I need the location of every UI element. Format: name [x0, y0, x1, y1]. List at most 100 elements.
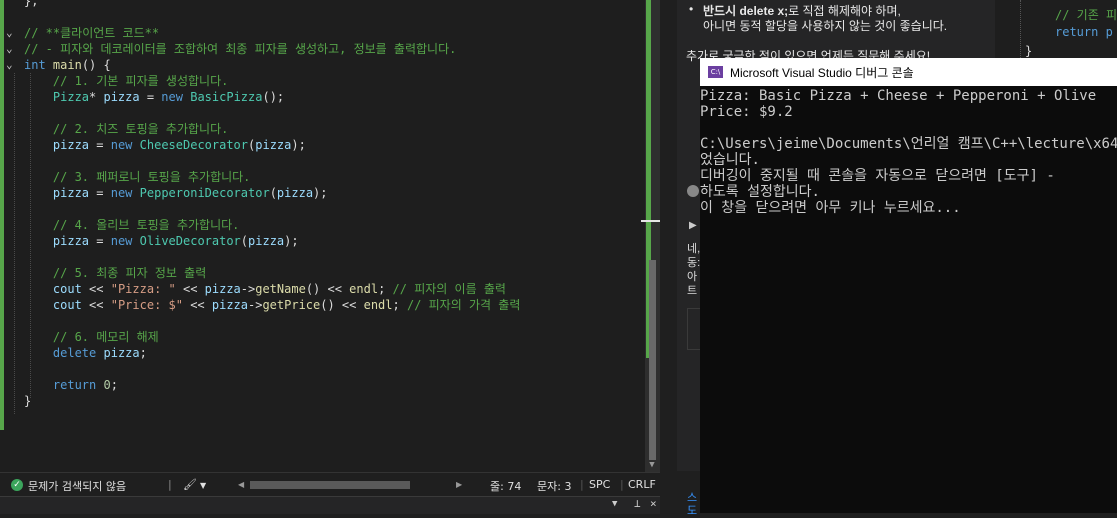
code-token: // 5. 최종 피자 정보 출력: [52, 266, 207, 280]
code-area[interactable]: }; ⌄ // **클라이언트 코드** ⌄ // - 피자와 데코레이터를 조합하여 …: [6, 0, 646, 409]
close-icon[interactable]: ×: [650, 497, 657, 510]
code-token: pizza: [52, 186, 90, 200]
chevron-down-icon[interactable]: ▼: [200, 481, 206, 490]
chat-fragment: 트: [687, 285, 698, 297]
code-token: OliveDecorator: [139, 234, 241, 248]
dropdown-arrow-icon[interactable]: ▼: [612, 499, 617, 509]
fold-chevron-icon[interactable]: ⌄: [6, 41, 20, 57]
whitespace-mode[interactable]: SPC: [589, 478, 610, 491]
code-token: new: [161, 90, 183, 104]
scrollbar-caret-marker: [641, 220, 660, 222]
code-token: CheeseDecorator: [139, 138, 249, 152]
code-line: cout << "Price: $" << pizza->getPrice() …: [6, 297, 646, 313]
code-token: // - 피자와 데코레이터를 조합하여 최종 피자를 생성하고, 정보를 출력…: [24, 42, 457, 56]
horizontal-scrollbar-thumb[interactable]: [250, 481, 410, 489]
code-text: // 1. 기본 피자를 생성합니다.: [24, 73, 228, 89]
code-token: <<: [81, 282, 111, 296]
code-text: // 3. 페퍼로니 토핑을 추가합니다.: [24, 169, 251, 185]
code-token: // 2. 치즈 토핑을 추가합니다.: [52, 122, 229, 136]
column-status[interactable]: 문자: 3: [537, 478, 571, 494]
code-token: <<: [182, 298, 212, 312]
code-token: getPrice: [262, 298, 321, 312]
pin-icon[interactable]: ⊥: [634, 497, 641, 510]
code-line: pizza = new PepperoniDecorator(pizza);: [6, 185, 646, 201]
code-text: return 0;: [24, 377, 118, 393]
line-ending-mode[interactable]: CRLF: [628, 478, 656, 491]
code-token: // 4. 올리브 토핑을 추가합니다.: [52, 218, 240, 232]
chat-text-line-2: 아니면 동적 할당을 사용하지 않는 것이 좋습니다.: [703, 19, 948, 33]
vertical-scrollbar-thumb[interactable]: [649, 260, 656, 460]
code-token: pizza: [52, 138, 90, 152]
code-token: ->: [240, 282, 256, 296]
code-token: *: [89, 90, 104, 104]
code-token: // 6. 메모리 해제: [52, 330, 159, 344]
bullet-icon: •: [689, 2, 694, 16]
code-editor[interactable]: }; ⌄ // **클라이언트 코드** ⌄ // - 피자와 데코레이터를 조합하여 …: [0, 0, 660, 472]
code-line: }: [6, 393, 646, 409]
avatar-icon: [687, 185, 699, 197]
code-text: // 6. 메모리 해제: [24, 329, 159, 345]
panel-splitter[interactable]: [660, 0, 677, 513]
code-line: // 기존 피: [1055, 8, 1117, 22]
code-token: "Pizza: ": [110, 282, 176, 296]
code-line: cout << "Pizza: " << pizza->getName() <<…: [6, 281, 646, 297]
code-line: ⌄ int main() {: [6, 57, 646, 73]
code-token: delete: [52, 346, 97, 360]
console-line: Price: $9.2: [700, 104, 793, 120]
code-token: ;: [392, 298, 407, 312]
scroll-left-arrow-icon[interactable]: ◀: [238, 480, 244, 489]
indent-guide: [1020, 0, 1022, 62]
code-token: // 피자의 가격 출력: [406, 298, 521, 312]
code-token: );: [313, 186, 328, 200]
bottom-panel-header: ▼ ⊥ ×: [0, 496, 660, 514]
issues-status[interactable]: 문제가 검색되지 않음: [28, 478, 126, 494]
code-text: cout << "Price: $" << pizza->getPrice() …: [24, 297, 520, 313]
code-line: // 3. 페퍼로니 토핑을 추가합니다.: [6, 169, 646, 185]
code-line: }: [1025, 44, 1033, 58]
code-token: ;: [110, 378, 118, 392]
scroll-right-arrow-icon[interactable]: ▶: [456, 480, 462, 489]
code-text: pizza = new CheeseDecorator(pizza);: [24, 137, 306, 153]
code-text: pizza = new OliveDecorator(pizza);: [24, 233, 299, 249]
code-line: pizza = new OliveDecorator(pizza);: [6, 233, 646, 249]
code-token: <<: [81, 298, 111, 312]
secondary-code-editor[interactable]: // 기존 피 return p }: [995, 0, 1117, 62]
code-token: pizza: [52, 234, 90, 248]
code-line: ⌄ // - 피자와 데코레이터를 조합하여 최종 피자를 생성하고, 정보를 출…: [6, 41, 646, 57]
code-token: // 1. 기본 피자를 생성합니다.: [52, 74, 229, 88]
brush-icon[interactable]: 🖌: [183, 478, 197, 491]
code-line: // 5. 최종 피자 정보 출력: [6, 265, 646, 281]
code-token: return: [52, 378, 97, 392]
console-line: C:\Users\jeime\Documents\언리얼 캠프\C++\lect…: [700, 136, 1117, 152]
code-token: pizza: [248, 234, 285, 248]
code-text: };: [24, 0, 38, 9]
scroll-down-arrow-icon[interactable]: ▼: [646, 460, 658, 470]
code-token: int: [24, 58, 46, 72]
code-text: // - 피자와 데코레이터를 조합하여 최종 피자를 생성하고, 정보를 출력…: [24, 41, 456, 57]
code-token: getName: [255, 282, 306, 296]
code-token: ->: [248, 298, 263, 312]
fold-chevron-icon[interactable]: ⌄: [6, 25, 20, 41]
chat-footer-link[interactable]: 도: [687, 502, 697, 518]
fold-chevron-icon[interactable]: ⌄: [6, 57, 20, 73]
debug-console-window[interactable]: C:\ Microsoft Visual Studio 디버그 콘솔 Pizza…: [700, 58, 1117, 513]
code-line: return p: [1055, 25, 1113, 39]
code-token: () <<: [320, 298, 364, 312]
line-number-status[interactable]: 줄: 74: [490, 478, 521, 494]
expand-arrow-icon[interactable]: ▶: [689, 220, 697, 231]
console-title-bar[interactable]: C:\ Microsoft Visual Studio 디버그 콘솔: [700, 58, 1117, 86]
code-token: (: [240, 234, 249, 248]
